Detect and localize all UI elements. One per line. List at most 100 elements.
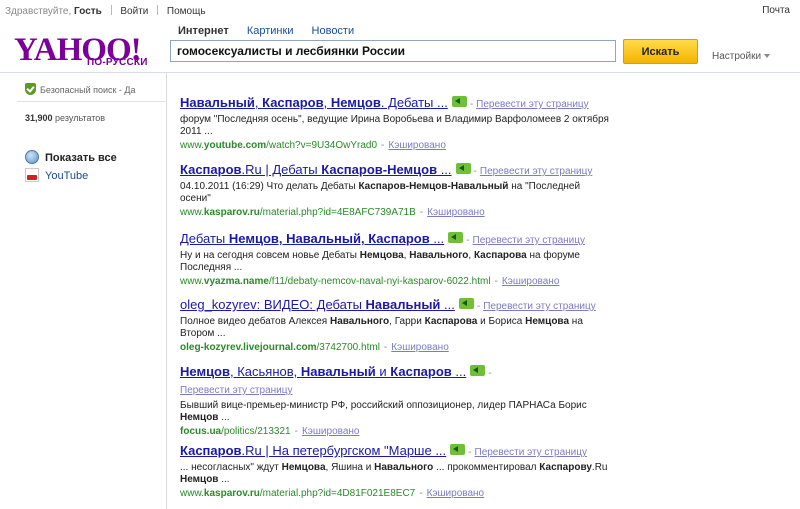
translate-page-link[interactable]: Перевести эту страницу: [475, 447, 587, 458]
result-title-link[interactable]: Каспаров.Ru | На петербургском "Марше ..…: [180, 443, 446, 458]
url-text: /material.php?id=4E8AFC739A71B: [259, 207, 416, 218]
url-highlight: oleg-kozyrev.livejournal.com: [180, 342, 317, 353]
tab-images[interactable]: Картинки: [247, 25, 294, 37]
url-highlight: kasparov.ru: [203, 488, 260, 499]
sidebar-divider: [17, 101, 167, 102]
help-link[interactable]: Помощь: [167, 6, 206, 17]
result-url[interactable]: www.kasparov.ru/material.php?id=4E8AFC73…: [180, 207, 416, 218]
cached-link[interactable]: Кэшировано: [427, 207, 485, 218]
title-highlight: Немцов: [330, 95, 381, 110]
tab-web[interactable]: Интернет: [178, 25, 229, 37]
result-title-link[interactable]: Каспаров.Ru | Дебаты Каспаров-Немцов ...: [180, 162, 452, 177]
url-text: www.: [180, 207, 204, 218]
filter-youtube[interactable]: YouTube: [25, 168, 88, 182]
snippet-text: ... несогласных" ждут: [180, 462, 282, 473]
url-text: /3742700.html: [316, 342, 380, 353]
result-count-label: результатов: [55, 113, 106, 123]
translate-page-link[interactable]: Перевести эту страницу: [473, 235, 585, 246]
translate-icon[interactable]: [458, 298, 474, 309]
snippet-text: Ну и на сегодня совсем новье Дебаты: [180, 250, 360, 261]
separator: -: [468, 447, 472, 458]
result-item: Дебаты Немцов, Навальный, Каспаров ... - П…: [180, 231, 610, 288]
translate-page-link[interactable]: Перевести эту страницу: [480, 166, 592, 177]
result-title-row: Навальный, Каспаров, Немцов. Дебаты ... -…: [180, 95, 610, 112]
search-box: [170, 40, 616, 62]
result-url[interactable]: focus.ua/politics/213321: [180, 426, 291, 437]
snippet-text: .Ru: [591, 462, 608, 473]
cached-link[interactable]: Кэшировано: [502, 276, 560, 287]
result-title-link[interactable]: Немцов, Касьянов, Навальный и Каспаров .…: [180, 364, 466, 379]
mail-link[interactable]: Почта: [762, 5, 790, 16]
title-highlight: Навальный: [300, 364, 376, 379]
filter-label: Показать все: [45, 152, 117, 164]
translate-icon[interactable]: [455, 163, 471, 174]
title-highlight: Навальный: [180, 95, 255, 110]
greeting-text: Здравствуйте,: [5, 6, 72, 17]
snippet-highlight: Каспарова: [424, 316, 478, 327]
search-button[interactable]: Искать: [623, 39, 698, 64]
url-highlight: youtube.com: [203, 140, 267, 151]
result-item: Каспаров.Ru | На петербургском "Марше ..…: [180, 443, 610, 500]
result-title-row: Немцов, Касьянов, Навальный и Каспаров .…: [180, 364, 610, 398]
snippet-highlight: Навального: [409, 250, 469, 261]
snippet-highlight: Навального: [374, 462, 434, 473]
translate-icon[interactable]: [450, 444, 466, 455]
snippet-highlight: Немцова: [525, 316, 570, 327]
title-highlight: Навальный: [365, 297, 441, 312]
result-count: 31,900 результатов: [25, 113, 105, 123]
result-snippet: 04.10.2011 (16:29) Что делать Дебаты Кас…: [180, 181, 610, 205]
translate-icon[interactable]: [470, 365, 486, 376]
cached-link[interactable]: Кэшировано: [391, 342, 449, 353]
search-input[interactable]: [171, 41, 615, 61]
result-url-row: focus.ua/politics/213321- Кэшировано: [180, 425, 610, 438]
result-snippet: Полное видео дебатов Алексея Навального,…: [180, 316, 610, 340]
result-title-row: Каспаров.Ru | Дебаты Каспаров-Немцов ...…: [180, 162, 610, 179]
result-url[interactable]: www.vyazma.name/f11/debaty-nemcov-naval-…: [180, 276, 491, 287]
shield-check-icon: [25, 83, 36, 95]
left-sidebar: Безопасный поиск - Да 31,900 результатов…: [17, 73, 167, 509]
translate-page-link[interactable]: Перевести эту страницу: [180, 385, 292, 396]
safe-search-label: Безопасный поиск - Да: [40, 85, 136, 95]
title-text: .Ru | На петербургском "Марше ...: [241, 443, 447, 458]
result-title-link[interactable]: Дебаты Немцов, Навальный, Каспаров ...: [180, 231, 444, 246]
snippet-text: и Бориса: [477, 316, 526, 327]
title-text: ,: [323, 95, 331, 110]
separator: -: [381, 140, 385, 151]
translate-icon[interactable]: [448, 232, 464, 243]
settings-menu[interactable]: Настройки: [712, 51, 771, 62]
title-text: , Касьянов,: [230, 364, 301, 379]
result-title-link[interactable]: oleg_kozyrev: ВИДЕО: Дебаты Навальный ..…: [180, 297, 455, 312]
translate-page-link[interactable]: Перевести эту страницу: [476, 99, 588, 110]
tab-news[interactable]: Новости: [312, 25, 355, 37]
title-text: oleg_kozyrev: ВИДЕО: Дебаты: [180, 297, 366, 312]
yahoo-logo[interactable]: YAHOO! ПО-РУССКИ: [14, 32, 164, 72]
cached-link[interactable]: Кэшировано: [427, 488, 485, 499]
snippet-highlight: Каспарову: [539, 462, 592, 473]
youtube-icon: [25, 168, 39, 182]
safe-search-status[interactable]: Безопасный поиск - Да: [25, 83, 136, 96]
snippet-text: ...: [218, 474, 230, 485]
result-url[interactable]: www.kasparov.ru/material.php?id=4D81F021…: [180, 488, 415, 499]
login-link[interactable]: Войти: [120, 6, 148, 17]
title-text: ...: [440, 297, 455, 312]
cached-link[interactable]: Кэшировано: [302, 426, 360, 437]
result-url[interactable]: www.youtube.com/watch?v=9U34OwYrad0: [180, 140, 377, 151]
cached-link[interactable]: Кэшировано: [388, 140, 446, 151]
result-url[interactable]: oleg-kozyrev.livejournal.com/3742700.htm…: [180, 342, 380, 353]
result-title-link[interactable]: Навальный, Каспаров, Немцов. Дебаты ...: [180, 95, 448, 110]
snippet-highlight: Каспарова: [473, 250, 527, 261]
separator: -: [466, 235, 470, 246]
separator: -: [294, 426, 298, 437]
top-utility-bar: Здравствуйте, Гость Войти Помощь Почта: [0, 0, 800, 22]
result-title-row: oleg_kozyrev: ВИДЕО: Дебаты Навальный ..…: [180, 297, 610, 314]
result-url-row: www.youtube.com/watch?v=9U34OwYrad0- Кэши…: [180, 139, 610, 152]
snippet-text: ...: [218, 412, 230, 423]
filter-show-all[interactable]: Показать все: [25, 150, 117, 164]
snippet-highlight: Каспаров-Немцов-Навальный: [358, 181, 509, 192]
translate-page-link[interactable]: Перевести эту страницу: [483, 301, 595, 312]
translate-icon[interactable]: [451, 96, 467, 107]
url-text: /watch?v=9U34OwYrad0: [266, 140, 378, 151]
result-item: Навальный, Каспаров, Немцов. Дебаты ... -…: [180, 95, 610, 152]
result-snippet: форум "Последняя осень", ведущие Ирина В…: [180, 114, 610, 138]
separator: -: [494, 276, 498, 287]
